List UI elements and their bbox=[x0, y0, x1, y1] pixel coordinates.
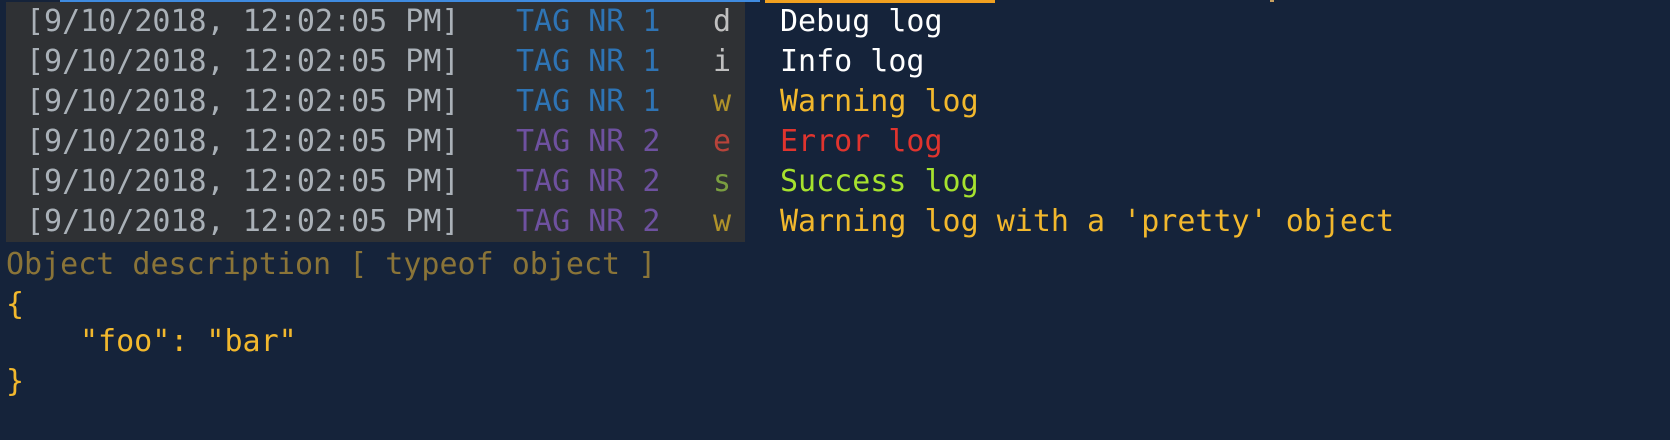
log-prefix: [9/10/2018, 12:02:05 PM] TAG NR 1 i bbox=[6, 42, 745, 82]
json-open-brace: { bbox=[6, 287, 25, 322]
log-level: w bbox=[713, 204, 732, 239]
log-line-success: [9/10/2018, 12:02:05 PM] TAG NR 2 s Succ… bbox=[0, 162, 1670, 202]
log-timestamp: [9/10/2018, 12:02:05 PM] bbox=[26, 44, 460, 79]
log-tag: TAG NR 1 bbox=[516, 4, 661, 39]
log-message: Success log bbox=[780, 164, 979, 199]
log-timestamp: [9/10/2018, 12:02:05 PM] bbox=[26, 124, 460, 159]
log-timestamp: [9/10/2018, 12:02:05 PM] bbox=[26, 4, 460, 39]
log-prefix: [9/10/2018, 12:02:05 PM] TAG NR 1 d bbox=[6, 2, 745, 42]
log-tag: TAG NR 1 bbox=[516, 44, 661, 79]
log-tag: TAG NR 2 bbox=[516, 124, 661, 159]
log-level: w bbox=[713, 84, 732, 119]
object-description: Object description [ typeof object ] bbox=[6, 247, 657, 282]
log-message: Error log bbox=[780, 124, 943, 159]
log-level: d bbox=[713, 4, 732, 39]
log-prefix: [9/10/2018, 12:02:05 PM] TAG NR 2 e bbox=[6, 122, 745, 162]
log-level: s bbox=[713, 164, 732, 199]
json-property-line: "foo": "bar" bbox=[80, 324, 297, 359]
log-line-info: [9/10/2018, 12:02:05 PM] TAG NR 1 i Info… bbox=[0, 42, 1670, 82]
log-message: Warning log with a 'pretty' object bbox=[780, 204, 1395, 239]
log-prefix: [9/10/2018, 12:02:05 PM] TAG NR 2 w bbox=[6, 202, 745, 242]
log-message: Debug log bbox=[780, 4, 943, 39]
log-prefix: [9/10/2018, 12:02:05 PM] TAG NR 2 s bbox=[6, 162, 745, 202]
log-line-warning: [9/10/2018, 12:02:05 PM] TAG NR 1 w Warn… bbox=[0, 82, 1670, 122]
log-line-warning-object: [9/10/2018, 12:02:05 PM] TAG NR 2 w Warn… bbox=[0, 202, 1670, 242]
log-timestamp: [9/10/2018, 12:02:05 PM] bbox=[26, 204, 460, 239]
log-timestamp: [9/10/2018, 12:02:05 PM] bbox=[26, 84, 460, 119]
log-prefix: [9/10/2018, 12:02:05 PM] TAG NR 1 w bbox=[6, 82, 745, 122]
json-close-brace: } bbox=[6, 364, 25, 399]
log-line-debug: [9/10/2018, 12:02:05 PM] TAG NR 1 d Debu… bbox=[0, 2, 1670, 42]
terminal-output[interactable]: [9/10/2018, 12:02:05 PM] TAG NR 1 d Debu… bbox=[0, 0, 1670, 440]
log-tag: TAG NR 1 bbox=[516, 84, 661, 119]
log-tag: TAG NR 2 bbox=[516, 204, 661, 239]
log-message: Info log bbox=[780, 44, 925, 79]
log-timestamp: [9/10/2018, 12:02:05 PM] bbox=[26, 164, 460, 199]
log-level: e bbox=[713, 124, 732, 159]
log-message: Warning log bbox=[780, 84, 979, 119]
log-tag: TAG NR 2 bbox=[516, 164, 661, 199]
log-line-error: [9/10/2018, 12:02:05 PM] TAG NR 2 e Erro… bbox=[0, 122, 1670, 162]
log-level: i bbox=[713, 44, 732, 79]
